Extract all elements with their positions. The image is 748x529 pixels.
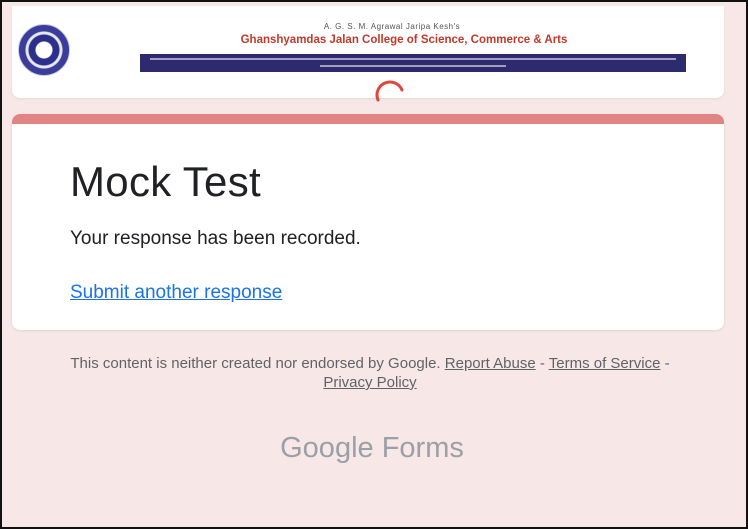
footer-disclaimer: This content is neither created nor endo… (52, 354, 688, 392)
separator: - (535, 355, 549, 372)
header-banner: A. G. S. M. Agrawal Jaripa Kesh's Ghansh… (12, 6, 724, 102)
form-title: Mock Test (70, 158, 261, 205)
phone-screen: A. G. S. M. Agrawal Jaripa Kesh's Ghansh… (0, 0, 748, 529)
google-wordmark: Google (280, 432, 374, 464)
confirmation-message: Your response has been recorded. (70, 228, 361, 249)
report-abuse-link[interactable]: Report Abuse (445, 355, 536, 372)
separator: - (660, 355, 670, 372)
response-card: Mock Test Your response has been recorde… (12, 114, 724, 330)
college-name: Ghanshyamdas Jalan College of Science, C… (240, 34, 568, 46)
banner-details-bar (140, 54, 686, 72)
theme-accent-bar (12, 114, 724, 124)
banner-detail-line (320, 65, 506, 67)
privacy-policy-link[interactable]: Privacy Policy (323, 374, 416, 391)
terms-of-service-link[interactable]: Terms of Service (549, 355, 661, 372)
banner-detail-line (150, 58, 676, 60)
disclaimer-text: This content is neither created nor endo… (70, 355, 441, 372)
loading-spinner-icon (375, 80, 404, 102)
forms-wordmark: Forms (381, 432, 464, 464)
college-seal-icon (18, 24, 70, 76)
trust-line: A. G. S. M. Agrawal Jaripa Kesh's (323, 22, 461, 31)
google-forms-logo[interactable]: Google Forms (2, 432, 742, 465)
submit-another-response-link[interactable]: Submit another response (70, 282, 282, 304)
